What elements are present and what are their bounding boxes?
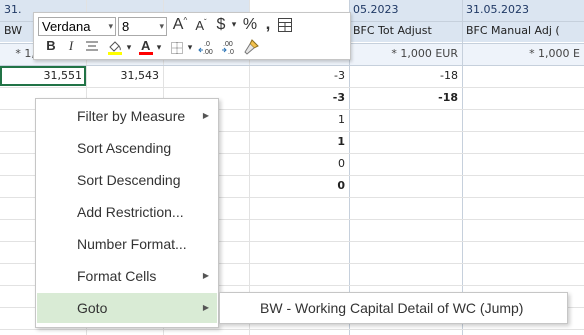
menu-item-filter-by-measure[interactable]: Filter by Measure ▶ xyxy=(37,101,217,131)
chevron-down-icon[interactable]: ▾ xyxy=(125,42,133,53)
submenu-arrow-icon: ▶ xyxy=(202,111,209,120)
submenu-arrow-icon: ▶ xyxy=(202,271,209,280)
chevron-down-icon[interactable]: ▾ xyxy=(108,18,113,35)
submenu-arrow-icon: ▶ xyxy=(202,303,209,312)
data-cell[interactable] xyxy=(462,132,584,153)
data-cell[interactable]: 31,543 xyxy=(86,66,163,87)
data-cell[interactable] xyxy=(462,88,584,109)
format-table-icon[interactable] xyxy=(277,17,293,33)
borders-icon[interactable] xyxy=(170,41,184,55)
context-menu: Filter by Measure ▶ Sort Ascending Sort … xyxy=(35,98,219,328)
menu-item-add-restriction[interactable]: Add Restriction... xyxy=(37,197,217,227)
menu-item-sort-descending[interactable]: Sort Descending xyxy=(37,165,217,195)
menu-item-goto[interactable]: Goto ▶ xyxy=(37,293,217,323)
unit-cell[interactable]: * 1,000 E xyxy=(462,44,584,65)
decrease-decimal-icon[interactable]: .00.0 xyxy=(220,39,240,57)
data-cell[interactable] xyxy=(462,110,584,131)
header-cell[interactable]: BFC Manual Adj ( xyxy=(462,21,584,42)
selected-cell[interactable] xyxy=(0,66,86,86)
grow-font-icon: A xyxy=(172,16,184,33)
chevron-down-icon[interactable]: ▾ xyxy=(159,18,164,35)
comma-style-button[interactable]: , xyxy=(263,14,273,34)
goto-submenu: BW - Working Capital Detail of WC (Jump) xyxy=(219,292,568,324)
mini-toolbar: Verdana ▾ 8 ▾ A^ Aˇ $ ▾ % , B I ▾ A ▾ ▾ … xyxy=(33,12,351,60)
percent-button[interactable]: % xyxy=(241,16,259,34)
data-cell[interactable]: -18 xyxy=(349,66,462,87)
header-cell[interactable]: 05.2023 xyxy=(349,0,462,21)
menu-item-label: Number Format... xyxy=(77,236,187,252)
header-cell[interactable]: 31.05.2023 xyxy=(462,0,584,21)
fill-color-icon[interactable] xyxy=(106,38,124,56)
currency-button[interactable]: $ xyxy=(214,16,228,34)
menu-item-label: Sort Descending xyxy=(77,172,181,188)
data-cell[interactable]: -18 xyxy=(349,88,462,109)
menu-item-label: Add Restriction... xyxy=(77,204,184,220)
grid-hline xyxy=(0,329,584,330)
increase-decimal-icon[interactable]: .0.00 xyxy=(198,39,218,57)
bold-button[interactable]: B xyxy=(44,38,58,53)
data-cell[interactable]: 1 xyxy=(249,110,349,131)
shrink-font-button[interactable]: Aˇ xyxy=(194,18,208,33)
menu-item-label: Format Cells xyxy=(77,268,157,284)
menu-item-sort-ascending[interactable]: Sort Ascending xyxy=(37,133,217,163)
grid-hline xyxy=(0,65,584,66)
header-cell[interactable]: BFC Tot Adjust xyxy=(349,21,462,42)
menu-item-number-format[interactable]: Number Format... xyxy=(37,229,217,259)
chevron-down-icon[interactable]: ▾ xyxy=(186,42,194,53)
data-cell[interactable] xyxy=(462,176,584,197)
data-cell[interactable] xyxy=(349,176,462,197)
svg-text:.00: .00 xyxy=(203,49,213,56)
svg-text:A: A xyxy=(141,38,151,53)
data-cell[interactable] xyxy=(462,154,584,175)
data-cell[interactable] xyxy=(349,110,462,131)
data-cell[interactable] xyxy=(349,132,462,153)
data-cell[interactable]: 1 xyxy=(249,132,349,153)
font-color-icon[interactable]: A xyxy=(138,37,154,57)
grid-hline xyxy=(0,87,584,88)
menu-item-label: Sort Ascending xyxy=(77,140,172,156)
font-size-combo[interactable]: 8 ▾ xyxy=(118,17,167,36)
data-cell[interactable]: -3 xyxy=(249,88,349,109)
align-center-icon[interactable] xyxy=(84,40,100,54)
format-painter-icon[interactable] xyxy=(242,38,260,56)
data-cell[interactable] xyxy=(462,66,584,87)
grow-font-button[interactable]: A^ xyxy=(172,16,188,34)
data-cell[interactable] xyxy=(349,154,462,175)
svg-text:.00: .00 xyxy=(223,41,233,48)
shrink-font-icon: A xyxy=(195,18,204,33)
svg-text:.0: .0 xyxy=(228,49,234,56)
submenu-item-working-capital-jump[interactable]: BW - Working Capital Detail of WC (Jump) xyxy=(260,300,523,316)
data-cell[interactable]: 0 xyxy=(249,176,349,197)
data-cell[interactable]: 0 xyxy=(249,154,349,175)
menu-item-label: Filter by Measure xyxy=(77,108,186,124)
font-name-combo[interactable]: Verdana ▾ xyxy=(38,17,116,36)
menu-item-label: Goto xyxy=(77,300,108,316)
svg-text:.0: .0 xyxy=(204,41,210,48)
chevron-down-icon[interactable]: ▾ xyxy=(230,19,238,30)
font-name-value: Verdana xyxy=(42,19,91,34)
data-cell[interactable]: -3 xyxy=(249,66,349,87)
italic-button[interactable]: I xyxy=(64,38,78,54)
chevron-down-icon[interactable]: ▾ xyxy=(155,42,163,53)
menu-item-format-cells[interactable]: Format Cells ▶ xyxy=(37,261,217,291)
unit-cell[interactable]: * 1,000 EUR xyxy=(349,44,462,65)
font-size-value: 8 xyxy=(122,19,130,34)
